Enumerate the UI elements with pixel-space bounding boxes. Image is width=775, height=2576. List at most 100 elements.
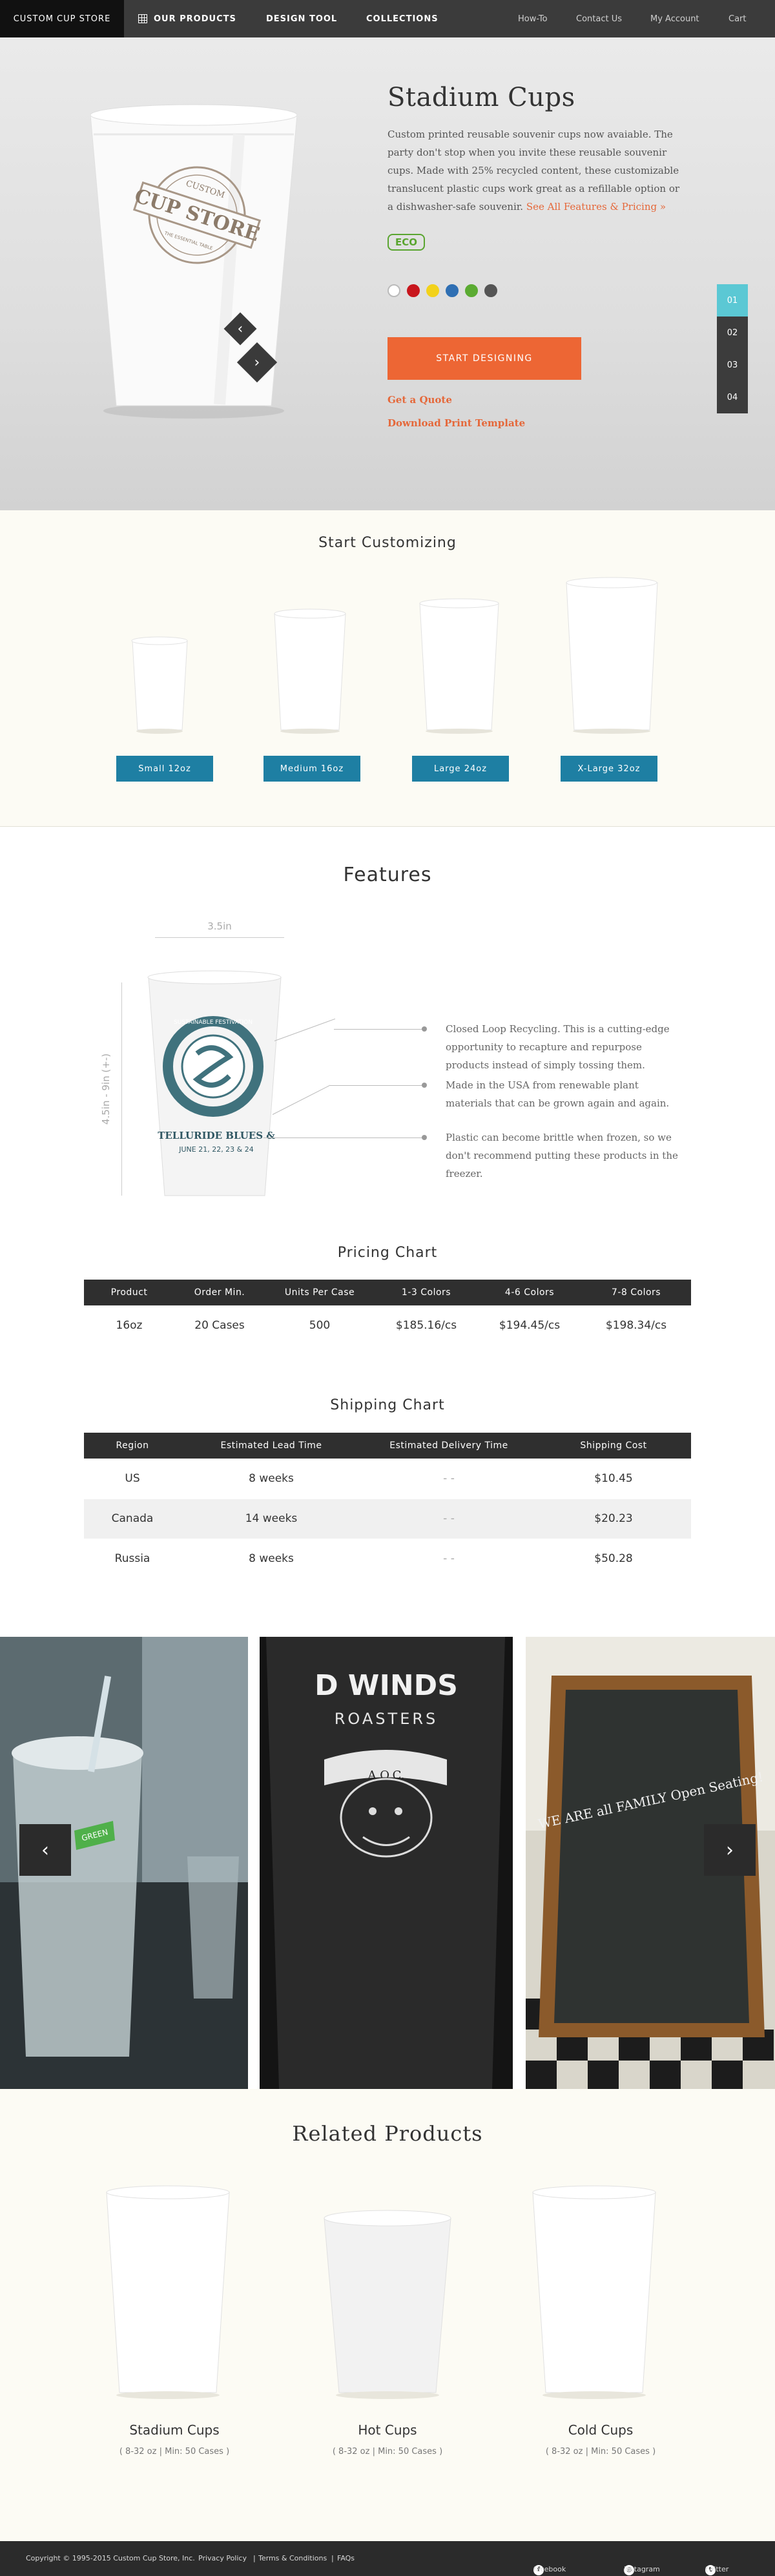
feature-text: Made in the USA from renewable plant mat… [446, 1079, 670, 1109]
related-product-meta: ( 8-32 oz | Min: 50 Cases ) [545, 2447, 656, 2457]
connector-line [334, 1029, 424, 1030]
column-header: Shipping Cost [536, 1433, 691, 1459]
footer: Copyright © 1995-2015 Custom Cup Store, … [0, 2541, 775, 2576]
gallery-photo-black-cup: D WINDS ROASTERS A.O.C. [260, 1637, 513, 2089]
cup-dates-text: JUNE 21, 22, 23 & 24 [178, 1145, 254, 1154]
column-header: 1-3 Colors [375, 1280, 478, 1305]
swatch-red[interactable] [407, 284, 420, 297]
swatch-green[interactable] [465, 284, 478, 297]
nav-collections[interactable]: COLLECTIONS [366, 0, 439, 37]
column-header: Estimated Lead Time [181, 1433, 362, 1459]
nav-cart[interactable]: Cart [728, 0, 747, 37]
slide-4-button[interactable]: 04 [717, 381, 748, 413]
size-xlarge-button[interactable]: X-Large 32oz [561, 756, 657, 782]
table-cell: 20 Cases [194, 1319, 245, 1332]
chevron-left-icon: ‹ [41, 1838, 49, 1862]
nav-design-tool[interactable]: DESIGN TOOL [266, 0, 337, 37]
gallery-cup-sub: ROASTERS [335, 1710, 439, 1728]
size-large-button[interactable]: Large 24oz [412, 756, 509, 782]
nav-label: OUR PRODUCTS [154, 14, 236, 24]
gallery-next-button[interactable]: › [704, 1824, 756, 1876]
shipping-title: Shipping Chart [330, 1397, 445, 1413]
get-quote-link[interactable]: Get a Quote [388, 394, 452, 406]
twitter-label: twitter [705, 2565, 729, 2573]
privacy-link[interactable]: Privacy Policy [198, 2554, 247, 2562]
swatch-blue[interactable] [446, 284, 459, 297]
pricing-title: Pricing Chart [337, 1245, 438, 1261]
table-cell: - - [362, 1499, 536, 1539]
eco-badge-icon: ECO [388, 234, 425, 251]
grid-icon [138, 14, 147, 23]
pricing-table: Product Order Min. Units Per Case 1-3 Co… [84, 1280, 691, 1345]
table-header-row: Region Estimated Lead Time Estimated Del… [84, 1433, 691, 1459]
table-cell: 8 weeks [181, 1459, 362, 1499]
features-section: Features 3.5in 4.5in - 9in (+-) SUSTAINA… [0, 827, 775, 1637]
column-header: Region [84, 1433, 181, 1459]
see-all-link[interactable]: See All Features & Pricing » [526, 201, 666, 213]
download-template-link[interactable]: Download Print Template [388, 417, 525, 429]
hero-section: CUP STORE CUSTOM THE ESSENTIAL TABLE ‹ ›… [0, 37, 775, 510]
table-cell: $185.16/cs [395, 1319, 457, 1332]
related-products-section: Related Products Stadium Cups ( 8-32 oz … [0, 2089, 775, 2541]
column-header: Units Per Case [265, 1280, 375, 1305]
size-medium-button[interactable]: Medium 16oz [264, 756, 360, 782]
swatch-yellow[interactable] [426, 284, 439, 297]
table-cell: - - [362, 1539, 536, 1579]
brand-logo[interactable]: CUSTOM CUP STORE [0, 0, 124, 37]
shipping-table: Region Estimated Lead Time Estimated Del… [84, 1433, 691, 1579]
size-small-button[interactable]: Small 12oz [116, 756, 213, 782]
table-cell: $198.34/cs [605, 1319, 667, 1332]
related-product-meta: ( 8-32 oz | Min: 50 Cases ) [119, 2447, 230, 2457]
table-cell: Russia [84, 1539, 181, 1579]
column-header: 4-6 Colors [478, 1280, 581, 1305]
top-nav: CUSTOM CUP STORE OUR PRODUCTS DESIGN TOO… [0, 0, 775, 37]
photo-gallery: GREEN D WINDS ROASTERS A.O.C. WE ARE all… [0, 1637, 775, 2089]
table-cell: 16oz [116, 1319, 143, 1332]
description-text: Custom printed reusable souvenir cups no… [388, 129, 680, 213]
swatch-white[interactable] [388, 284, 400, 297]
printed-cup-image: SUSTAINABLE FESTIVATION TELLURIDE BLUES … [147, 970, 282, 1196]
column-header: Order Min. [174, 1280, 265, 1305]
feature-text: Closed Loop Recycling. This is a cutting… [446, 1023, 670, 1071]
slide-2-button[interactable]: 02 [717, 317, 748, 349]
column-header: Estimated Delivery Time [362, 1433, 536, 1459]
related-product-name[interactable]: Hot Cups [304, 2422, 471, 2438]
chevron-right-icon: › [254, 354, 260, 371]
table-row: Russia 8 weeks - - $50.28 [84, 1539, 691, 1579]
start-customizing-section: Start Customizing Small 12oz Medium 16oz… [0, 510, 775, 827]
table-cell: $10.45 [536, 1459, 691, 1499]
table-cell: $20.23 [536, 1499, 691, 1539]
connector-line [264, 1137, 425, 1138]
facebook-label: facebook [533, 2565, 566, 2573]
table-cell: $194.45/cs [499, 1319, 561, 1332]
related-product-name[interactable]: Stadium Cups [90, 2422, 258, 2438]
table-cell: - - [362, 1459, 536, 1499]
chevron-right-icon: › [726, 1838, 734, 1862]
nav-how-to[interactable]: How-To [518, 0, 548, 37]
connector-line [330, 1085, 424, 1086]
footer-divider: | [253, 2554, 256, 2562]
height-dimension-label: 4.5in - 9in (+-) [100, 1053, 112, 1125]
gallery-prev-button[interactable]: ‹ [19, 1824, 71, 1876]
nav-contact-us[interactable]: Contact Us [576, 0, 622, 37]
slide-3-button[interactable]: 03 [717, 349, 748, 381]
start-designing-button[interactable]: START DESIGNING [388, 337, 581, 380]
chevron-left-icon: ‹ [237, 320, 243, 337]
nav-my-account[interactable]: My Account [650, 0, 699, 37]
slide-1-button[interactable]: 01 [717, 284, 748, 317]
hero-description: Custom printed reusable souvenir cups no… [388, 125, 685, 216]
column-header: Product [84, 1280, 174, 1305]
footer-divider: | [331, 2554, 334, 2562]
table-cell: $50.28 [536, 1539, 691, 1579]
related-cups-graphic [106, 2185, 656, 2399]
table-cell: 14 weeks [181, 1499, 362, 1539]
feature-dot [422, 1135, 427, 1140]
swatch-gray[interactable] [484, 284, 497, 297]
table-cell: 8 weeks [181, 1539, 362, 1579]
related-product-name[interactable]: Cold Cups [517, 2422, 685, 2438]
faqs-link[interactable]: FAQs [337, 2554, 355, 2562]
copyright-text: Copyright © 1995-2015 Custom Cup Store, … [26, 2554, 195, 2562]
table-cell: US [84, 1459, 181, 1499]
nav-our-products[interactable]: OUR PRODUCTS [138, 0, 236, 37]
terms-link[interactable]: Terms & Conditions [258, 2554, 327, 2562]
